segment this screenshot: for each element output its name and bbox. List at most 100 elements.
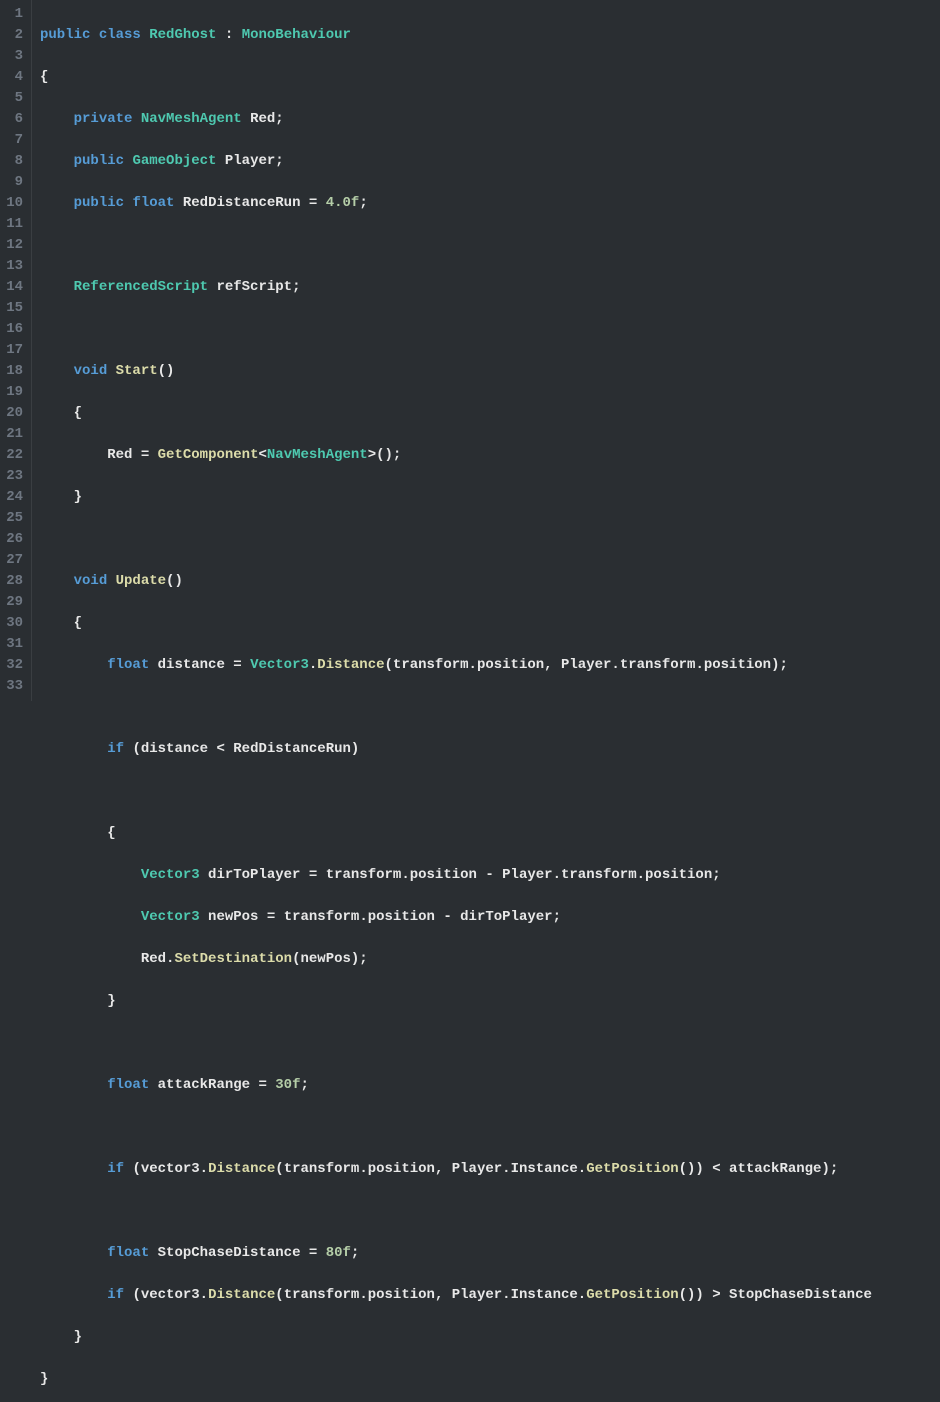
identifier: position xyxy=(410,867,477,883)
identifier: newPos xyxy=(208,909,258,925)
line-number: 32 xyxy=(4,655,23,676)
code-line[interactable]: float attackRange = 30f; xyxy=(40,1075,940,1096)
identifier: Player xyxy=(561,657,611,673)
identifier: distance xyxy=(141,741,208,757)
code-editor[interactable]: public class RedGhost : MonoBehaviour { … xyxy=(32,0,940,701)
code-line[interactable] xyxy=(40,697,940,718)
keyword: float xyxy=(107,1077,149,1093)
code-line[interactable] xyxy=(40,319,940,340)
code-line[interactable] xyxy=(40,1201,940,1222)
method-name: GetComponent xyxy=(158,447,259,463)
keyword: class xyxy=(99,27,141,43)
code-line[interactable]: private NavMeshAgent Red; xyxy=(40,109,940,130)
keyword: public xyxy=(74,153,124,169)
code-line[interactable] xyxy=(40,235,940,256)
identifier: transform xyxy=(284,909,360,925)
code-line[interactable] xyxy=(40,1117,940,1138)
line-number: 29 xyxy=(4,592,23,613)
identifier: position xyxy=(368,1287,435,1303)
code-line[interactable]: public class RedGhost : MonoBehaviour xyxy=(40,25,940,46)
method-name: SetDestination xyxy=(174,951,292,967)
type-name: Vector3 xyxy=(141,867,200,883)
code-line[interactable]: float StopChaseDistance = 80f; xyxy=(40,1243,940,1264)
identifier: distance xyxy=(158,657,225,673)
identifier: position xyxy=(368,1161,435,1177)
code-line[interactable]: if (distance < RedDistanceRun) xyxy=(40,739,940,760)
identifier: Player xyxy=(225,153,275,169)
line-number: 33 xyxy=(4,676,23,697)
code-line[interactable] xyxy=(40,781,940,802)
identifier: Player xyxy=(502,867,552,883)
keyword: void xyxy=(74,363,108,379)
keyword: void xyxy=(74,573,108,589)
line-number: 14 xyxy=(4,277,23,298)
code-line[interactable]: } xyxy=(40,1327,940,1348)
identifier: newPos xyxy=(300,951,350,967)
code-line[interactable] xyxy=(40,1033,940,1054)
identifier: transform xyxy=(326,867,402,883)
keyword: float xyxy=(107,1245,149,1261)
line-number: 12 xyxy=(4,235,23,256)
line-number: 27 xyxy=(4,550,23,571)
keyword: public xyxy=(40,27,90,43)
code-line[interactable]: if (vector3.Distance(transform.position,… xyxy=(40,1285,940,1306)
line-number: 1 xyxy=(4,4,23,25)
identifier: Red xyxy=(141,951,166,967)
identifier: Instance xyxy=(511,1161,578,1177)
line-number: 7 xyxy=(4,130,23,151)
code-line[interactable] xyxy=(40,529,940,550)
line-number: 2 xyxy=(4,25,23,46)
identifier: Player xyxy=(452,1287,502,1303)
code-line[interactable]: float distance = Vector3.Distance(transf… xyxy=(40,655,940,676)
line-number: 24 xyxy=(4,487,23,508)
code-line[interactable]: Red = GetComponent<NavMeshAgent>(); xyxy=(40,445,940,466)
identifier: RedDistanceRun xyxy=(233,741,351,757)
code-line[interactable]: } xyxy=(40,1369,940,1390)
code-line[interactable]: void Update() xyxy=(40,571,940,592)
line-number: 13 xyxy=(4,256,23,277)
identifier: position xyxy=(368,909,435,925)
code-line[interactable]: { xyxy=(40,823,940,844)
code-line[interactable]: Red.SetDestination(newPos); xyxy=(40,949,940,970)
line-number: 8 xyxy=(4,151,23,172)
code-line[interactable]: void Start() xyxy=(40,361,940,382)
identifier: position xyxy=(477,657,544,673)
method-name: GetPosition xyxy=(586,1287,678,1303)
method-name: Start xyxy=(116,363,158,379)
code-line[interactable]: } xyxy=(40,991,940,1012)
type-name: RedGhost xyxy=(149,27,216,43)
identifier: transform xyxy=(284,1161,360,1177)
code-line[interactable]: Vector3 newPos = transform.position - di… xyxy=(40,907,940,928)
code-line[interactable]: { xyxy=(40,67,940,88)
code-line[interactable]: ReferencedScript refScript; xyxy=(40,277,940,298)
method-name: GetPosition xyxy=(586,1161,678,1177)
type-name: GameObject xyxy=(132,153,216,169)
identifier: RedDistanceRun xyxy=(183,195,301,211)
identifier: position xyxy=(645,867,712,883)
line-number: 25 xyxy=(4,508,23,529)
code-line[interactable]: public GameObject Player; xyxy=(40,151,940,172)
code-line[interactable]: if (vector3.Distance(transform.position,… xyxy=(40,1159,940,1180)
line-number: 19 xyxy=(4,382,23,403)
identifier: dirToPlayer xyxy=(460,909,552,925)
type-name: NavMeshAgent xyxy=(141,111,242,127)
code-line[interactable]: public float RedDistanceRun = 4.0f; xyxy=(40,193,940,214)
number-literal: 80f xyxy=(326,1245,351,1261)
type-name: MonoBehaviour xyxy=(242,27,351,43)
line-number: 6 xyxy=(4,109,23,130)
code-line[interactable]: { xyxy=(40,403,940,424)
identifier: Player xyxy=(452,1161,502,1177)
code-line[interactable]: { xyxy=(40,613,940,634)
line-number: 21 xyxy=(4,424,23,445)
identifier: position xyxy=(704,657,771,673)
identifier: attackRange xyxy=(158,1077,250,1093)
type-name: NavMeshAgent xyxy=(267,447,368,463)
line-number: 11 xyxy=(4,214,23,235)
number-literal: 4.0f xyxy=(326,195,360,211)
code-line[interactable]: } xyxy=(40,487,940,508)
line-number: 31 xyxy=(4,634,23,655)
line-number: 3 xyxy=(4,46,23,67)
type-name: Vector3 xyxy=(141,909,200,925)
line-number: 16 xyxy=(4,319,23,340)
code-line[interactable]: Vector3 dirToPlayer = transform.position… xyxy=(40,865,940,886)
